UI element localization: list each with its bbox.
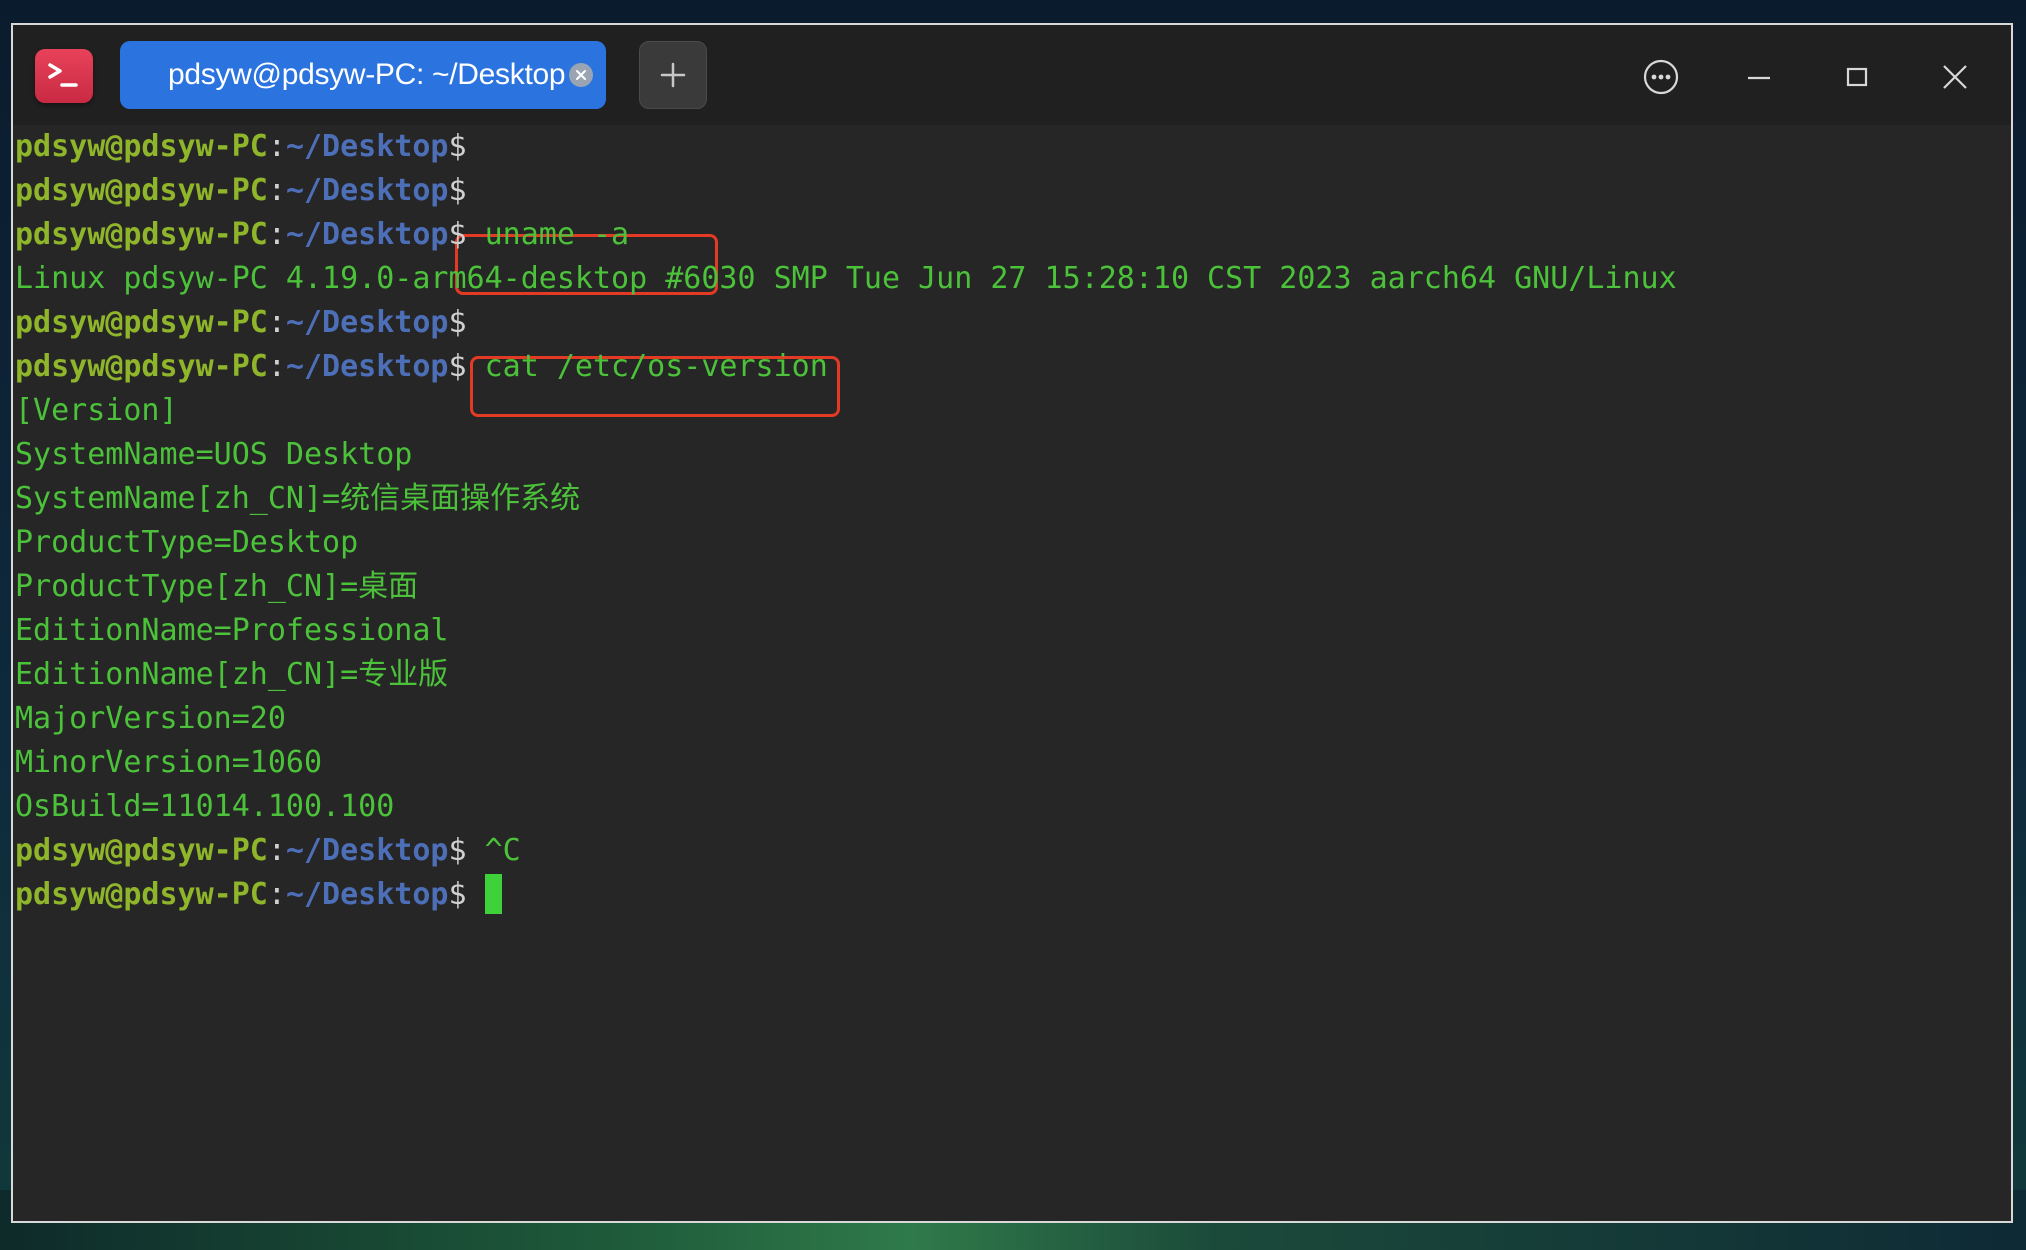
new-tab-button[interactable] bbox=[639, 41, 707, 109]
command-text: ^C bbox=[466, 833, 521, 868]
output-line: EditionName=Professional bbox=[15, 613, 449, 648]
prompt-line: pdsyw@pdsyw-PC:~/Desktop$ bbox=[15, 125, 467, 169]
prompt-colon: : bbox=[267, 833, 286, 868]
output-line: MinorVersion=1060 bbox=[15, 745, 323, 780]
prompt-user-host: pdsyw@pdsyw-PC bbox=[15, 173, 268, 208]
prompt-user-host: pdsyw@pdsyw-PC bbox=[15, 305, 268, 340]
close-window-button[interactable] bbox=[1933, 55, 1977, 99]
prompt-user-host: pdsyw@pdsyw-PC bbox=[15, 217, 268, 252]
prompt-path: ~/Desktop bbox=[285, 349, 449, 384]
more-icon bbox=[1643, 59, 1679, 95]
close-icon[interactable] bbox=[569, 63, 593, 87]
output-line: [Version] bbox=[15, 393, 178, 428]
command-text bbox=[467, 877, 485, 912]
prompt-colon: : bbox=[267, 877, 286, 912]
minimize-button[interactable] bbox=[1737, 55, 1781, 99]
prompt-user-host: pdsyw@pdsyw-PC bbox=[15, 877, 268, 912]
output-line: ProductType[zh_CN]=桌面 bbox=[15, 569, 419, 604]
prompt-path: ~/Desktop bbox=[285, 877, 449, 912]
prompt-colon: : bbox=[267, 349, 286, 384]
prompt-dollar: $ bbox=[448, 305, 467, 340]
command-text: cat /etc/os-version bbox=[466, 349, 828, 384]
prompt-user-host: pdsyw@pdsyw-PC bbox=[15, 349, 268, 384]
prompt-dollar: $ bbox=[448, 877, 467, 912]
terminal-output[interactable]: pdsyw@pdsyw-PC:~/Desktop$ pdsyw@pdsyw-PC:… bbox=[13, 125, 2011, 1221]
text-cursor bbox=[484, 873, 502, 914]
prompt-dollar: $ bbox=[448, 217, 467, 252]
prompt-colon: : bbox=[267, 129, 286, 164]
prompt-line: pdsyw@pdsyw-PC:~/Desktop$ uname -a bbox=[15, 213, 629, 257]
prompt-user-host: pdsyw@pdsyw-PC bbox=[15, 833, 268, 868]
terminal-prompt-glyph bbox=[48, 63, 78, 87]
minimize-icon bbox=[1748, 76, 1770, 80]
prompt-colon: : bbox=[267, 217, 286, 252]
tab-title: pdsyw@pdsyw-PC: ~/Desktop bbox=[168, 58, 566, 91]
prompt-dollar: $ bbox=[448, 173, 467, 208]
output-line: Linux pdsyw-PC 4.19.0-arm64-desktop #603… bbox=[15, 261, 1677, 296]
prompt-path: ~/Desktop bbox=[285, 217, 449, 252]
title-bar: pdsyw@pdsyw-PC: ~/Desktop bbox=[13, 25, 2011, 125]
close-icon bbox=[1943, 65, 1967, 89]
prompt-line: pdsyw@pdsyw-PC:~/Desktop$ ^C bbox=[15, 829, 521, 873]
output-line: EditionName[zh_CN]=专业版 bbox=[15, 657, 449, 692]
prompt-colon: : bbox=[267, 173, 286, 208]
output-line: SystemName=UOS Desktop bbox=[15, 437, 413, 472]
prompt-line: pdsyw@pdsyw-PC:~/Desktop$ cat /etc/os-ve… bbox=[15, 345, 828, 389]
tab-terminal[interactable]: pdsyw@pdsyw-PC: ~/Desktop bbox=[120, 41, 606, 109]
prompt-dollar: $ bbox=[448, 349, 467, 384]
prompt-line: pdsyw@pdsyw-PC:~/Desktop$ bbox=[15, 873, 502, 917]
prompt-line: pdsyw@pdsyw-PC:~/Desktop$ bbox=[15, 301, 467, 345]
prompt-colon: : bbox=[267, 305, 286, 340]
prompt-dollar: $ bbox=[448, 833, 467, 868]
output-line: OsBuild=11014.100.100 bbox=[15, 789, 395, 824]
menu-button[interactable] bbox=[1639, 55, 1683, 99]
output-line: ProductType=Desktop bbox=[15, 525, 359, 560]
output-line: SystemName[zh_CN]=统信桌面操作系统 bbox=[15, 481, 581, 516]
maximize-icon bbox=[1846, 67, 1868, 87]
prompt-user-host: pdsyw@pdsyw-PC bbox=[15, 129, 268, 164]
terminal-icon[interactable] bbox=[35, 49, 93, 103]
output-line: MajorVersion=20 bbox=[15, 701, 286, 736]
terminal-window: pdsyw@pdsyw-PC: ~/Desktop pdsyw@pdsyw-PC… bbox=[11, 23, 2013, 1223]
prompt-line: pdsyw@pdsyw-PC:~/Desktop$ bbox=[15, 169, 467, 213]
prompt-path: ~/Desktop bbox=[285, 833, 449, 868]
plus-icon bbox=[660, 62, 686, 88]
prompt-path: ~/Desktop bbox=[285, 305, 449, 340]
prompt-path: ~/Desktop bbox=[285, 173, 449, 208]
prompt-dollar: $ bbox=[448, 129, 467, 164]
maximize-button[interactable] bbox=[1835, 55, 1879, 99]
prompt-path: ~/Desktop bbox=[285, 129, 449, 164]
command-text: uname -a bbox=[466, 217, 630, 252]
